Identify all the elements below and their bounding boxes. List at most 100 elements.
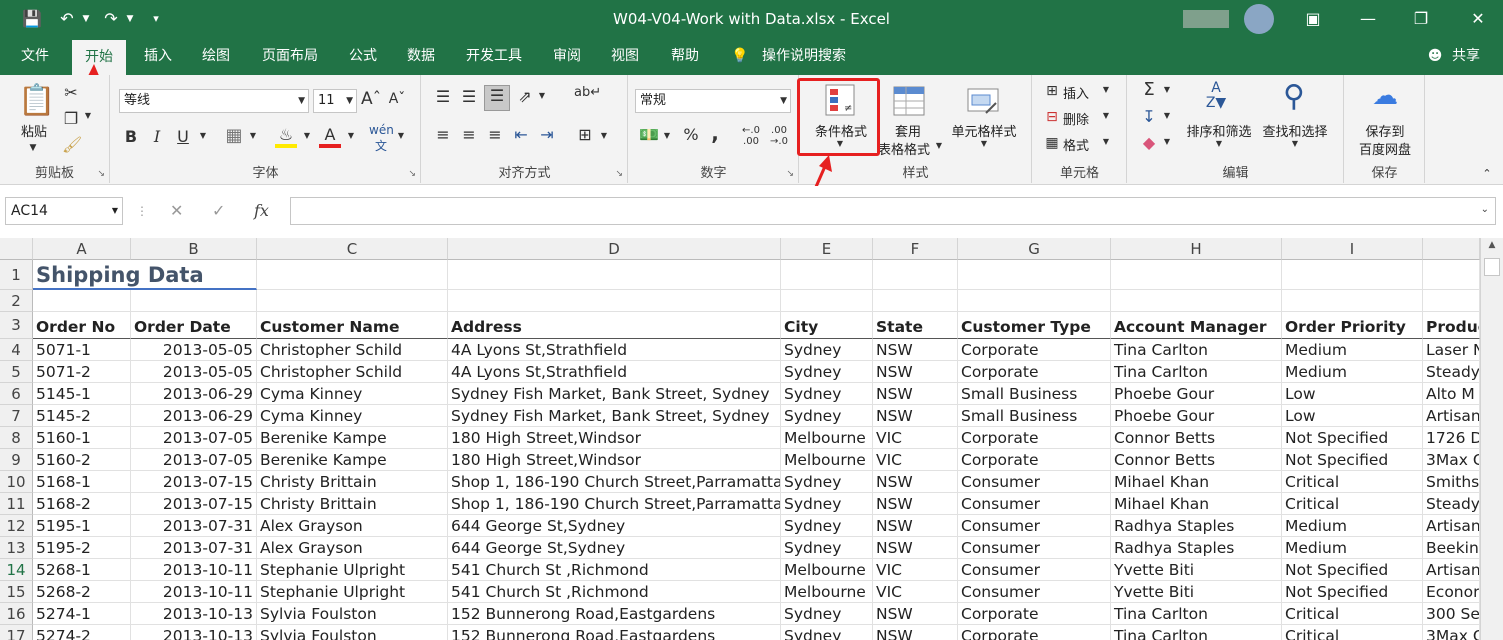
minimize-icon[interactable]: — <box>1355 0 1381 38</box>
table-cell[interactable]: Small Business <box>958 383 1111 405</box>
table-cell[interactable]: 2013-10-13 <box>131 625 257 640</box>
table-cell[interactable]: 2013-07-15 <box>131 493 257 515</box>
table-cell[interactable]: Sydney <box>781 515 873 537</box>
cloud-save-icon[interactable]: ☁ <box>1365 81 1405 117</box>
restore-icon[interactable]: ❐ <box>1408 0 1434 38</box>
row-header[interactable]: 15 <box>0 581 33 603</box>
column-heading-cell[interactable]: Account Manager <box>1111 312 1282 339</box>
table-cell[interactable]: 5168-1 <box>33 471 131 493</box>
table-cell[interactable]: Medium <box>1282 515 1423 537</box>
table-cell[interactable]: Steady <box>1423 361 1480 383</box>
table-cell[interactable]: Sydney <box>781 537 873 559</box>
table-cell[interactable]: Sydney <box>781 603 873 625</box>
table-cell[interactable]: Sydney <box>781 405 873 427</box>
table-cell[interactable]: 5268-1 <box>33 559 131 581</box>
font-color-icon[interactable]: A <box>319 125 341 148</box>
format-dropdown-icon[interactable]: ▼ <box>1101 137 1111 146</box>
table-cell[interactable]: 2013-06-29 <box>131 383 257 405</box>
sort-filter-button[interactable]: 排序和筛选 <box>1182 121 1256 140</box>
table-cell[interactable]: Sydney <box>781 471 873 493</box>
table-cell[interactable] <box>257 290 448 312</box>
table-cell[interactable]: Berenike Kampe <box>257 427 448 449</box>
table-cell[interactable] <box>873 260 958 290</box>
table-cell[interactable]: Smiths <box>1423 471 1480 493</box>
table-cell[interactable] <box>958 290 1111 312</box>
collapse-ribbon-icon[interactable]: ⌃ <box>1478 167 1496 180</box>
table-cell[interactable]: 3Max C <box>1423 625 1480 640</box>
table-cell[interactable] <box>1111 290 1282 312</box>
tab-page-layout[interactable]: 页面布局 <box>252 38 328 75</box>
borders-icon[interactable]: ▦ <box>223 125 245 146</box>
table-cell[interactable]: Corporate <box>958 339 1111 361</box>
table-cell[interactable]: Not Specified <box>1282 449 1423 471</box>
table-cell[interactable]: 5268-2 <box>33 581 131 603</box>
table-cell[interactable]: 5071-1 <box>33 339 131 361</box>
row-header[interactable]: 3 <box>0 312 33 339</box>
table-cell[interactable]: Artisan <box>1423 405 1480 427</box>
fill-color-icon[interactable]: ♨ <box>275 125 297 148</box>
table-cell[interactable]: Stephanie Ulpright <box>257 559 448 581</box>
column-heading-cell[interactable]: Order Priority <box>1282 312 1423 339</box>
table-cell[interactable]: Sydney <box>781 383 873 405</box>
table-cell[interactable] <box>1111 260 1282 290</box>
table-cell[interactable]: VIC <box>873 581 958 603</box>
table-cell[interactable]: 5274-1 <box>33 603 131 625</box>
tab-file[interactable]: 文件 <box>8 38 62 75</box>
scroll-up-icon[interactable]: ▲ <box>1483 240 1501 256</box>
ribbon-display-options-icon[interactable]: ▣ <box>1300 0 1326 38</box>
tab-draw[interactable]: 绘图 <box>190 38 242 75</box>
font-launcher-icon[interactable]: ↘ <box>408 169 416 179</box>
formula-input[interactable]: ⌄ <box>290 197 1496 225</box>
table-cell[interactable]: 2013-07-15 <box>131 471 257 493</box>
comma-style-button[interactable]: , <box>707 121 723 145</box>
middle-align-icon[interactable]: ☰ <box>458 87 480 106</box>
bottom-align-icon[interactable]: ☰ <box>484 85 510 111</box>
table-cell[interactable]: 300 Se <box>1423 603 1480 625</box>
row-header[interactable]: 1 <box>0 260 33 290</box>
table-cell[interactable]: 5071-2 <box>33 361 131 383</box>
close-icon[interactable]: ✕ <box>1465 0 1491 38</box>
table-cell[interactable]: NSW <box>873 493 958 515</box>
table-cell[interactable]: 2013-05-05 <box>131 361 257 383</box>
sort-filter-icon[interactable]: A Z▼ <box>1198 81 1234 117</box>
find-select-button[interactable]: 查找和选择 <box>1258 121 1332 140</box>
format-as-table-label-top[interactable]: 套用 <box>886 121 930 140</box>
column-heading-cell[interactable]: Address <box>448 312 781 339</box>
table-cell[interactable]: 1726 D <box>1423 427 1480 449</box>
table-cell[interactable]: Critical <box>1282 493 1423 515</box>
table-cell[interactable]: 4A Lyons St,Strathfield <box>448 339 781 361</box>
decrease-font-size-icon[interactable]: Aˇ <box>387 91 407 107</box>
table-cell[interactable]: NSW <box>873 361 958 383</box>
table-cell[interactable]: Sylvia Foulston <box>257 625 448 640</box>
redo-dropdown-icon[interactable]: ▼ <box>124 0 136 38</box>
table-cell[interactable]: 5274-2 <box>33 625 131 640</box>
table-cell[interactable] <box>873 290 958 312</box>
format-table-dropdown-icon[interactable]: ▼ <box>934 141 944 150</box>
delete-cells-icon[interactable]: ⊟ <box>1043 109 1061 125</box>
save-to-cloud-line1[interactable]: 保存到 <box>1349 121 1421 140</box>
column-header[interactable]: E <box>781 238 873 260</box>
table-cell[interactable]: Medium <box>1282 339 1423 361</box>
vertical-scrollbar[interactable]: ▲ <box>1480 238 1503 640</box>
table-cell[interactable]: Corporate <box>958 427 1111 449</box>
table-cell[interactable] <box>1282 260 1423 290</box>
table-cell[interactable]: 2013-07-31 <box>131 537 257 559</box>
table-cell[interactable]: Not Specified <box>1282 427 1423 449</box>
table-cell[interactable]: Phoebe Gour <box>1111 405 1282 427</box>
fill-color-dropdown-icon[interactable]: ▼ <box>301 131 313 140</box>
table-cell[interactable]: 2013-07-05 <box>131 449 257 471</box>
table-cell[interactable]: Tina Carlton <box>1111 603 1282 625</box>
fill-icon[interactable]: ↧ <box>1140 107 1158 126</box>
name-box[interactable]: AC14 ▼ <box>5 197 123 225</box>
column-heading-cell[interactable]: City <box>781 312 873 339</box>
table-cell[interactable]: Yvette Biti <box>1111 581 1282 603</box>
tab-review[interactable]: 审阅 <box>542 38 592 75</box>
find-dropdown-icon[interactable]: ▼ <box>1288 139 1302 148</box>
table-cell[interactable] <box>1423 260 1480 290</box>
table-cell[interactable]: Phoebe Gour <box>1111 383 1282 405</box>
undo-dropdown-icon[interactable]: ▼ <box>80 0 92 38</box>
table-cell[interactable]: NSW <box>873 405 958 427</box>
autosum-icon[interactable]: Σ <box>1140 79 1158 100</box>
table-cell[interactable]: Berenike Kampe <box>257 449 448 471</box>
find-select-icon[interactable]: ⚲ <box>1276 79 1312 117</box>
